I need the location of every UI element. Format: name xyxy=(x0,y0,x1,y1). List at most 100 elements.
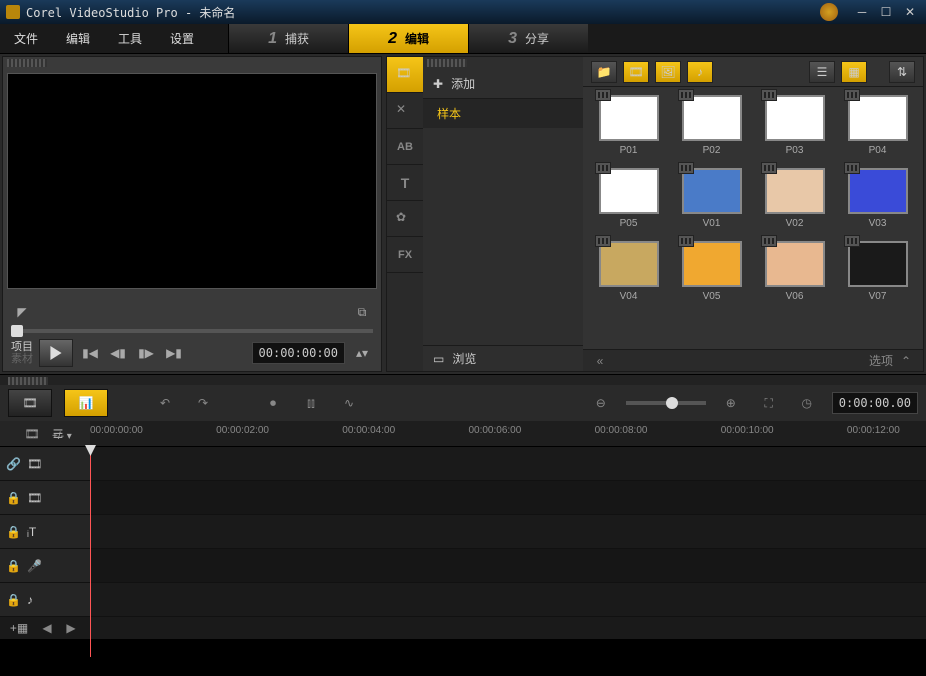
lock-icon[interactable]: 🔒 xyxy=(6,491,21,505)
undo-button[interactable]: ↶ xyxy=(152,390,178,416)
preview-timecode[interactable]: 00:00:00:00 xyxy=(252,342,345,364)
thumbnail-P03[interactable]: P03 xyxy=(757,95,832,156)
track-zoom-control[interactable]: +/- ▾ xyxy=(52,431,72,442)
preview-screen[interactable] xyxy=(7,73,377,289)
lock-icon[interactable]: 🔒 xyxy=(6,559,21,573)
track-head-overlay[interactable]: 🔒 🎞 xyxy=(0,481,90,514)
filter-video-icon[interactable]: 🎞 xyxy=(623,61,649,83)
menu-edit[interactable]: 编辑 xyxy=(52,24,104,53)
thumbnail-V03[interactable]: V03 xyxy=(840,168,915,229)
menu-tools[interactable]: 工具 xyxy=(104,24,156,53)
track-head-music[interactable]: 🔒 ♪ xyxy=(0,583,90,616)
filter-photo-icon[interactable]: 🖼 xyxy=(655,61,681,83)
track-body-title[interactable] xyxy=(90,515,926,548)
track-body-music[interactable] xyxy=(90,583,926,616)
thumbnail-V02[interactable]: V02 xyxy=(757,168,832,229)
play-button[interactable] xyxy=(39,339,73,367)
seek-bar[interactable] xyxy=(11,329,373,333)
scroll-right-button[interactable]: ▶ xyxy=(64,621,78,635)
maximize-button[interactable]: ☐ xyxy=(876,2,896,22)
thumbnail-V07[interactable]: V07 xyxy=(840,241,915,302)
track-body-video[interactable] xyxy=(90,447,926,480)
track-body-overlay[interactable] xyxy=(90,481,926,514)
mark-in-icon[interactable]: ◤ xyxy=(11,301,33,323)
thumbnail-V01[interactable]: V01 xyxy=(674,168,749,229)
scroll-left-button[interactable]: ◀ xyxy=(40,621,54,635)
zoom-thumb[interactable] xyxy=(666,397,678,409)
library-folder-sample[interactable]: 样本 xyxy=(423,99,583,128)
options-label[interactable]: 选项 xyxy=(869,352,893,369)
storyboard-mode-button[interactable]: 🎞 xyxy=(8,389,52,417)
go-end-button[interactable]: ▶▮ xyxy=(163,342,185,364)
project-mode-label[interactable]: 项目 xyxy=(11,341,33,353)
ruler-marks[interactable]: 00:00:00:0000:00:02:0000:00:04:0000:00:0… xyxy=(90,421,926,446)
step-edit[interactable]: 2 编辑 xyxy=(348,24,468,53)
lock-icon[interactable]: 🔒 xyxy=(6,593,21,607)
panel-grip-icon[interactable] xyxy=(7,59,47,67)
timeline-timecode[interactable]: 0:00:00.00 xyxy=(832,392,918,414)
corel-logo-icon[interactable] xyxy=(820,3,838,21)
lib-tab-graphic[interactable]: ✿ xyxy=(387,201,423,237)
seek-thumb[interactable] xyxy=(11,325,23,337)
track-head-voice[interactable]: 🔒 🎤 xyxy=(0,549,90,582)
ruler-mark: 00:00:02:00 xyxy=(216,425,269,436)
filter-audio-icon[interactable]: ♪ xyxy=(687,61,713,83)
lib-tab-media[interactable]: 🎞 xyxy=(387,57,423,93)
step-share[interactable]: 3 分享 xyxy=(468,24,588,53)
ruler-view-icon[interactable]: 🎞 xyxy=(21,423,43,445)
timeline-mode-button[interactable]: 📊 xyxy=(64,389,108,417)
zoom-out-button[interactable]: ⊖ xyxy=(588,390,614,416)
menu-file[interactable]: 文件 xyxy=(0,24,52,53)
library-category-tabs: 🎞 ✕ AB T ✿ FX xyxy=(387,57,423,371)
close-button[interactable]: ✕ xyxy=(900,2,920,22)
browse-button[interactable]: ▭ 浏览 xyxy=(423,345,583,371)
playhead[interactable] xyxy=(90,447,91,657)
panel-grip-icon[interactable] xyxy=(427,59,467,67)
add-track-button[interactable]: +▦ xyxy=(8,617,30,639)
redo-button[interactable]: ↷ xyxy=(190,390,216,416)
track-head-video[interactable]: 🔗 🎞 xyxy=(0,447,90,480)
record-button[interactable]: ⏺ xyxy=(260,390,286,416)
panel-grip-icon[interactable] xyxy=(8,377,48,385)
lock-icon[interactable]: 🔒 xyxy=(6,525,21,539)
step-capture[interactable]: 1 捕获 xyxy=(228,24,348,53)
view-grid-icon[interactable]: ▦ xyxy=(841,61,867,83)
track-head-title[interactable]: 🔒 ᵢT xyxy=(0,515,90,548)
link-icon[interactable]: 🔗 xyxy=(6,457,21,471)
options-expand-icon[interactable]: ⌃ xyxy=(899,354,913,368)
fit-button[interactable]: ⛶ xyxy=(756,390,782,416)
sort-icon[interactable]: ⇅ xyxy=(889,61,915,83)
lib-tab-text[interactable]: T xyxy=(387,165,423,201)
add-folder-button[interactable]: ✚ 添加 xyxy=(423,69,583,99)
minimize-button[interactable]: ─ xyxy=(852,2,872,22)
menu-settings[interactable]: 设置 xyxy=(156,24,208,53)
expand-icon[interactable]: ⧉ xyxy=(351,301,373,323)
lib-tab-transitions[interactable]: ✕ xyxy=(387,93,423,129)
track-body-voice[interactable] xyxy=(90,549,926,582)
folder-icon[interactable]: 📁 xyxy=(591,61,617,83)
audio-mixer-button[interactable]: ⫾⫾ xyxy=(298,390,324,416)
timecode-spinner-icon[interactable]: ▴▾ xyxy=(351,342,373,364)
track-video: 🔗 🎞 xyxy=(0,447,926,481)
prev-frame-button[interactable]: ◀▮ xyxy=(107,342,129,364)
view-list-icon[interactable]: ☰ xyxy=(809,61,835,83)
thumbnail-P01[interactable]: P01 xyxy=(591,95,666,156)
thumbnail-P02[interactable]: P02 xyxy=(674,95,749,156)
thumbnail-P05[interactable]: P05 xyxy=(591,168,666,229)
thumbnail-P04[interactable]: P04 xyxy=(840,95,915,156)
thumbnail-V04[interactable]: V04 xyxy=(591,241,666,302)
next-frame-button[interactable]: ▮▶ xyxy=(135,342,157,364)
lib-tab-title[interactable]: AB xyxy=(387,129,423,165)
clock-icon[interactable]: ◷ xyxy=(794,390,820,416)
auto-music-button[interactable]: ∿ xyxy=(336,390,362,416)
lib-tab-filter[interactable]: FX xyxy=(387,237,423,273)
zoom-slider[interactable] xyxy=(626,401,706,405)
collapse-left-icon[interactable]: « xyxy=(593,354,607,368)
zoom-in-button[interactable]: ⊕ xyxy=(718,390,744,416)
track-title: 🔒 ᵢT xyxy=(0,515,926,549)
timeline-ruler: 🎞 ☰ 00:00:00:0000:00:02:0000:00:04:0000:… xyxy=(0,421,926,447)
go-start-button[interactable]: ▮◀ xyxy=(79,342,101,364)
thumbnail-V06[interactable]: V06 xyxy=(757,241,832,302)
thumbnail-V05[interactable]: V05 xyxy=(674,241,749,302)
clip-mode-label[interactable]: 素材 xyxy=(11,353,33,365)
